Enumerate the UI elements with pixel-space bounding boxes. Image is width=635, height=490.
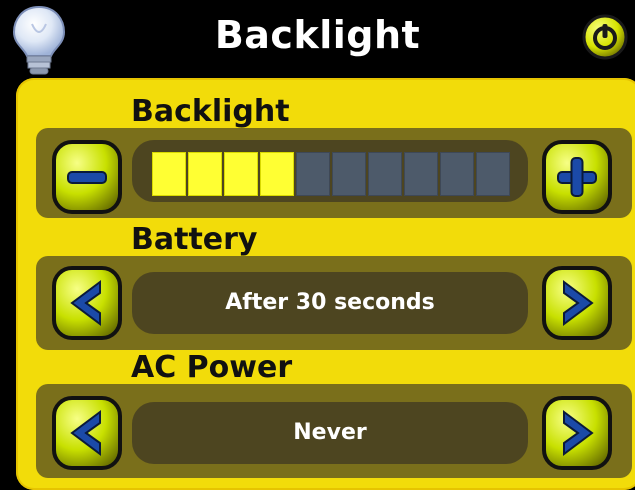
ac-power-next-button[interactable] xyxy=(540,394,614,472)
backlight-segment-off xyxy=(332,152,366,196)
backlight-segment-off xyxy=(296,152,330,196)
battery-section-label: Battery xyxy=(131,222,258,257)
backlight-segment-off xyxy=(404,152,438,196)
page-title: Backlight xyxy=(214,13,421,57)
backlight-segment-on xyxy=(260,152,294,196)
battery-next-button[interactable] xyxy=(540,264,614,342)
ac-power-section-label: AC Power xyxy=(131,350,293,385)
backlight-segment-off xyxy=(368,152,402,196)
backlight-segment-off xyxy=(476,152,510,196)
battery-prev-button[interactable] xyxy=(50,264,124,342)
battery-timeout-value: After 30 seconds xyxy=(225,290,435,315)
power-icon[interactable] xyxy=(582,14,628,60)
backlight-segment-off xyxy=(440,152,474,196)
backlight-segment-on xyxy=(188,152,222,196)
backlight-segment-on xyxy=(224,152,258,196)
backlight-segment-on xyxy=(152,152,186,196)
backlight-section-label: Backlight xyxy=(131,94,290,129)
increase-button[interactable] xyxy=(540,138,614,216)
ac-power-prev-button[interactable] xyxy=(50,394,124,472)
ac-power-timeout-value: Never xyxy=(293,420,367,445)
title-bar: Backlight xyxy=(0,0,635,76)
decrease-button[interactable] xyxy=(50,138,124,216)
